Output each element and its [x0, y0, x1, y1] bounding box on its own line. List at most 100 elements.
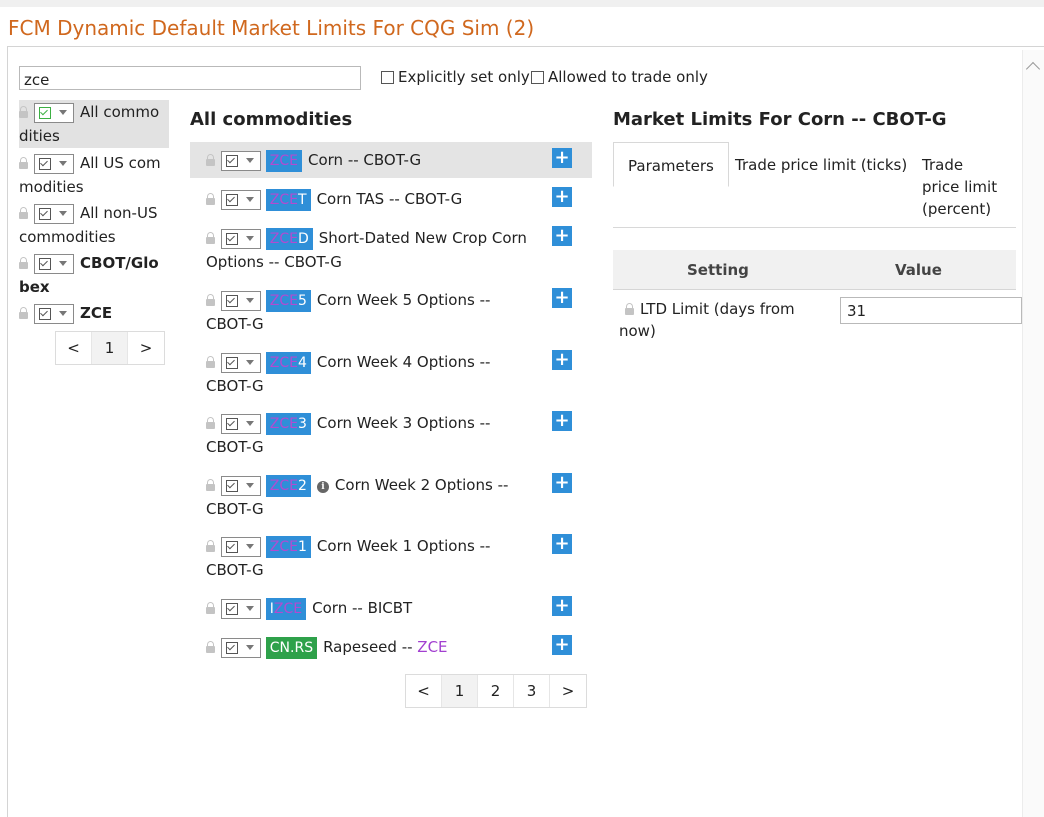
add-limit-button[interactable]: +	[552, 596, 572, 616]
add-limit-button[interactable]: +	[552, 534, 572, 554]
add-limit-button[interactable]: +	[552, 187, 572, 207]
check-icon	[226, 641, 238, 654]
next-page-button[interactable]: >	[550, 675, 586, 707]
page-1-button[interactable]: 1	[442, 675, 478, 707]
symbol-tag: ZCED	[265, 227, 313, 250]
tab-trade-price-percent[interactable]: Trade price limit (percent)	[908, 142, 1016, 232]
page-3-button[interactable]: 3	[514, 675, 550, 707]
left-item-zce[interactable]: ZCE	[19, 301, 169, 325]
add-limit-button[interactable]: +	[552, 148, 572, 168]
lock-icon	[19, 307, 28, 319]
check-icon	[39, 157, 51, 170]
lock-icon	[206, 602, 215, 614]
chevron-down-icon	[246, 421, 254, 426]
commodity-row[interactable]: ZCED Short-Dated New Crop Corn Options --…	[190, 226, 592, 274]
chevron-down-icon	[246, 236, 254, 241]
lock-icon	[206, 294, 215, 306]
add-limit-button[interactable]: +	[552, 473, 572, 493]
allow-dropdown[interactable]	[221, 189, 261, 210]
chevron-down-icon	[59, 261, 67, 266]
tab-trade-price-ticks[interactable]: Trade price limit (ticks)	[721, 142, 921, 188]
prev-page-button[interactable]: <	[56, 332, 92, 364]
chevron-down-icon	[59, 311, 67, 316]
commodity-row[interactable]: IZCE Corn -- BICBT	[190, 596, 592, 620]
check-icon	[39, 257, 51, 270]
left-item-cbot-globex[interactable]: CBOT/Glo bex	[19, 251, 169, 299]
tab-parameters[interactable]: Parameters	[613, 142, 729, 187]
check-icon	[39, 106, 51, 119]
chevron-down-icon	[246, 483, 254, 488]
allow-dropdown[interactable]	[221, 228, 261, 249]
lock-icon	[206, 417, 215, 429]
info-icon[interactable]: i	[316, 481, 329, 493]
allow-dropdown[interactable]	[221, 150, 261, 171]
checkbox-box[interactable]	[531, 70, 544, 84]
prev-page-button[interactable]: <	[406, 675, 442, 707]
left-item-all-commodities[interactable]: All commo dities	[19, 100, 169, 148]
commodity-row[interactable]: ZCET Corn TAS -- CBOT-G	[190, 187, 592, 211]
exchange-link[interactable]: ZCE	[417, 638, 447, 656]
checkbox-box[interactable]	[381, 70, 394, 84]
allow-dropdown[interactable]	[221, 290, 261, 311]
chevron-down-icon	[246, 197, 254, 202]
ltd-limit-input[interactable]	[840, 297, 1022, 324]
middle-heading: All commodities	[190, 109, 353, 130]
search-input[interactable]	[19, 66, 361, 90]
lock-icon	[206, 540, 215, 552]
add-limit-button[interactable]: +	[552, 288, 572, 308]
symbol-tag: ZCET	[265, 188, 311, 211]
check-icon	[226, 232, 238, 245]
add-limit-button[interactable]: +	[552, 635, 572, 655]
check-icon	[226, 356, 238, 369]
next-page-button[interactable]: >	[128, 332, 164, 364]
allow-dropdown[interactable]	[34, 303, 74, 324]
commodity-row[interactable]: ZCE Corn -- CBOT-G	[190, 142, 592, 178]
check-icon	[39, 307, 51, 320]
check-icon	[39, 207, 51, 220]
left-item-non-us-commodities[interactable]: All non-US commodities	[19, 201, 169, 249]
page-2-button[interactable]: 2	[478, 675, 514, 707]
left-item-us-commodities[interactable]: All US com modities	[19, 151, 169, 199]
allowed-only-checkbox[interactable]: Allowed to trade only	[531, 68, 708, 86]
allow-dropdown[interactable]	[221, 598, 261, 619]
symbol-tag: ZCE2	[265, 474, 311, 497]
lock-icon	[206, 154, 215, 166]
allow-dropdown[interactable]	[221, 413, 261, 434]
check-icon	[226, 417, 238, 430]
commodity-row[interactable]: ZCE3 Corn Week 3 Options -- CBOT-G	[190, 411, 592, 459]
symbol-tag: ZCE4	[265, 351, 311, 374]
commodity-row[interactable]: ZCE2 i Corn Week 2 Options -- CBOT-G	[190, 473, 592, 521]
allow-dropdown[interactable]	[221, 536, 261, 557]
chevron-down-icon	[246, 360, 254, 365]
chevron-down-icon	[59, 110, 67, 115]
symbol-tag: ZCE3	[265, 412, 311, 435]
allow-dropdown[interactable]	[34, 203, 74, 224]
symbol-tag: IZCE	[265, 597, 307, 620]
commodity-row[interactable]: CN.RS Rapeseed -- ZCE	[190, 635, 592, 659]
symbol-tag: ZCE	[265, 149, 302, 172]
lock-icon	[206, 641, 215, 653]
chevron-down-icon	[246, 645, 254, 650]
allow-dropdown[interactable]	[34, 102, 74, 123]
add-limit-button[interactable]: +	[552, 350, 572, 370]
check-icon	[226, 154, 238, 167]
commodity-row[interactable]: ZCE4 Corn Week 4 Options -- CBOT-G	[190, 350, 592, 398]
allow-dropdown[interactable]	[221, 637, 261, 658]
commodity-row[interactable]: ZCE5 Corn Week 5 Options -- CBOT-G	[190, 288, 592, 336]
chevron-down-icon	[59, 161, 67, 166]
allow-dropdown[interactable]	[34, 253, 74, 274]
add-limit-button[interactable]: +	[552, 226, 572, 246]
page-1-button[interactable]: 1	[92, 332, 128, 364]
allow-dropdown[interactable]	[34, 153, 74, 174]
symbol-tag: ZCE5	[265, 289, 311, 312]
allow-dropdown[interactable]	[221, 352, 261, 373]
add-limit-button[interactable]: +	[552, 411, 572, 431]
check-icon	[226, 294, 238, 307]
lock-icon	[206, 232, 215, 244]
top-strip	[0, 0, 1044, 7]
scroll-up-icon[interactable]	[1025, 61, 1041, 77]
vertical-scrollbar[interactable]	[1022, 50, 1044, 817]
commodity-row[interactable]: ZCE1 Corn Week 1 Options -- CBOT-G	[190, 534, 592, 582]
allow-dropdown[interactable]	[221, 475, 261, 496]
explicit-only-checkbox[interactable]: Explicitly set only	[381, 68, 530, 86]
